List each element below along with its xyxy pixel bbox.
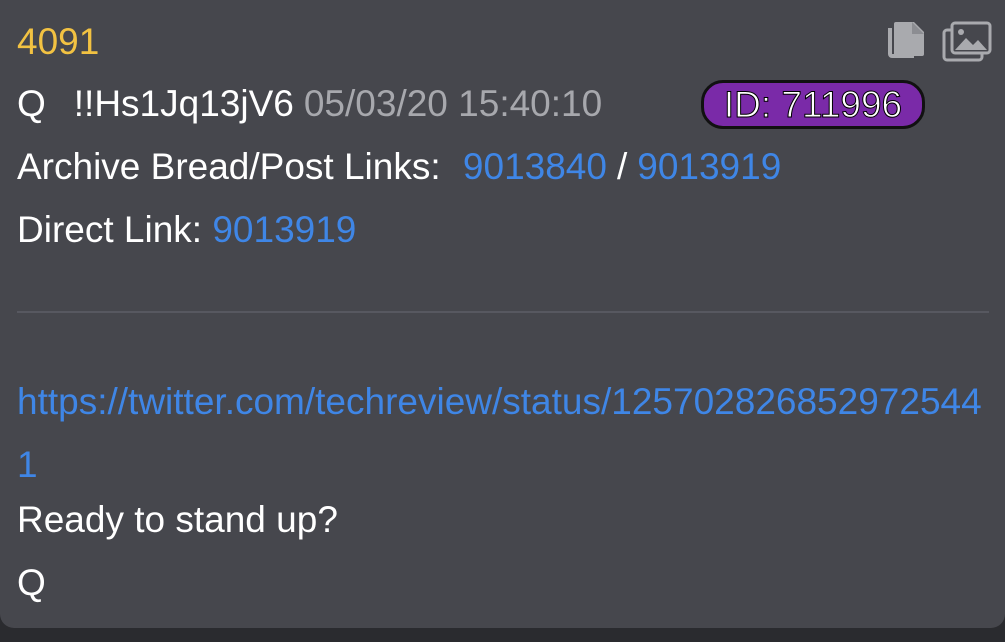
copy-icon[interactable] [884,20,926,62]
archive-links-row: Archive Bread/Post Links: 9013840/901391… [17,145,781,189]
post-timestamp: 05/03/20 15:40:10 [303,83,603,124]
direct-link-label: Direct Link: [17,209,203,250]
image-gallery-icon[interactable] [942,20,992,62]
archive-post-link[interactable]: 9013919 [637,146,781,187]
post-card: 4091 Q !!Hs1Jq13jV6 05/03/20 15:40:10 ID: … [0,0,1005,628]
divider [17,311,989,313]
direct-link[interactable]: 9013919 [212,209,356,250]
post-signature: Q [17,562,46,603]
tripcode: !!Hs1Jq13jV6 [73,83,294,124]
post-header: Q !!Hs1Jq13jV6 05/03/20 15:40:10 [17,82,602,126]
tweet-url-link[interactable]: https://twitter.com/techreview/status/12… [17,370,992,496]
archive-links-separator: / [616,146,628,187]
archive-bread-link[interactable]: 9013840 [463,146,607,187]
post-body-text: Ready to stand up? [17,499,338,540]
poster-id-badge[interactable]: ID: 711996 [701,80,925,129]
direct-link-row: Direct Link: 9013919 [17,208,356,252]
post-number[interactable]: 4091 [17,20,99,64]
archive-links-label: Archive Bread/Post Links: [17,146,441,187]
author-name: Q [17,83,46,124]
